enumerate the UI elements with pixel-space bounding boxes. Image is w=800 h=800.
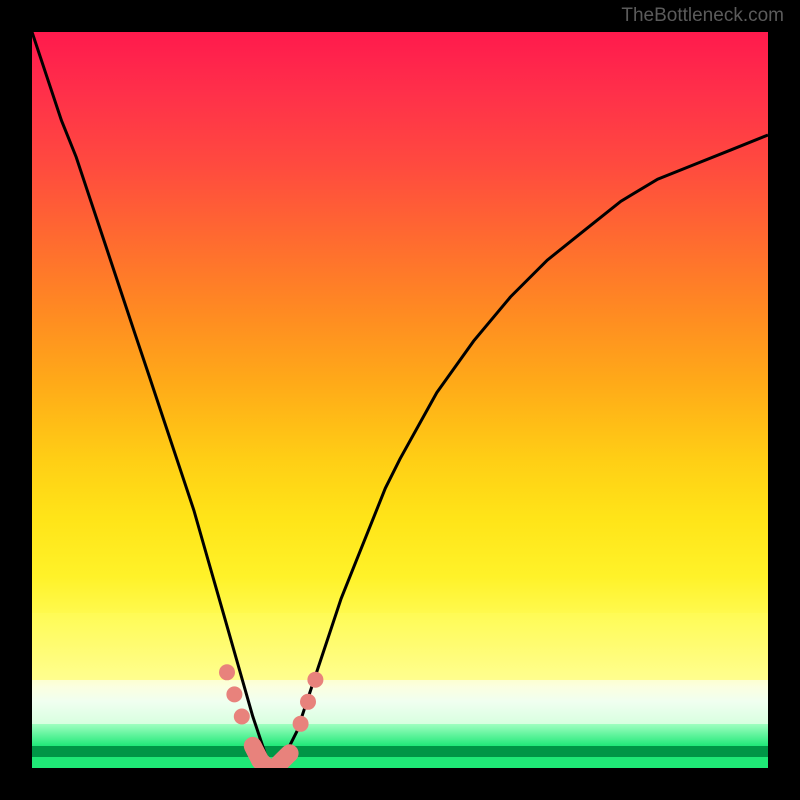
watermark-label: TheBottleneck.com [621, 6, 784, 25]
bottleneck-curve [32, 32, 768, 768]
chart-area [32, 32, 768, 768]
